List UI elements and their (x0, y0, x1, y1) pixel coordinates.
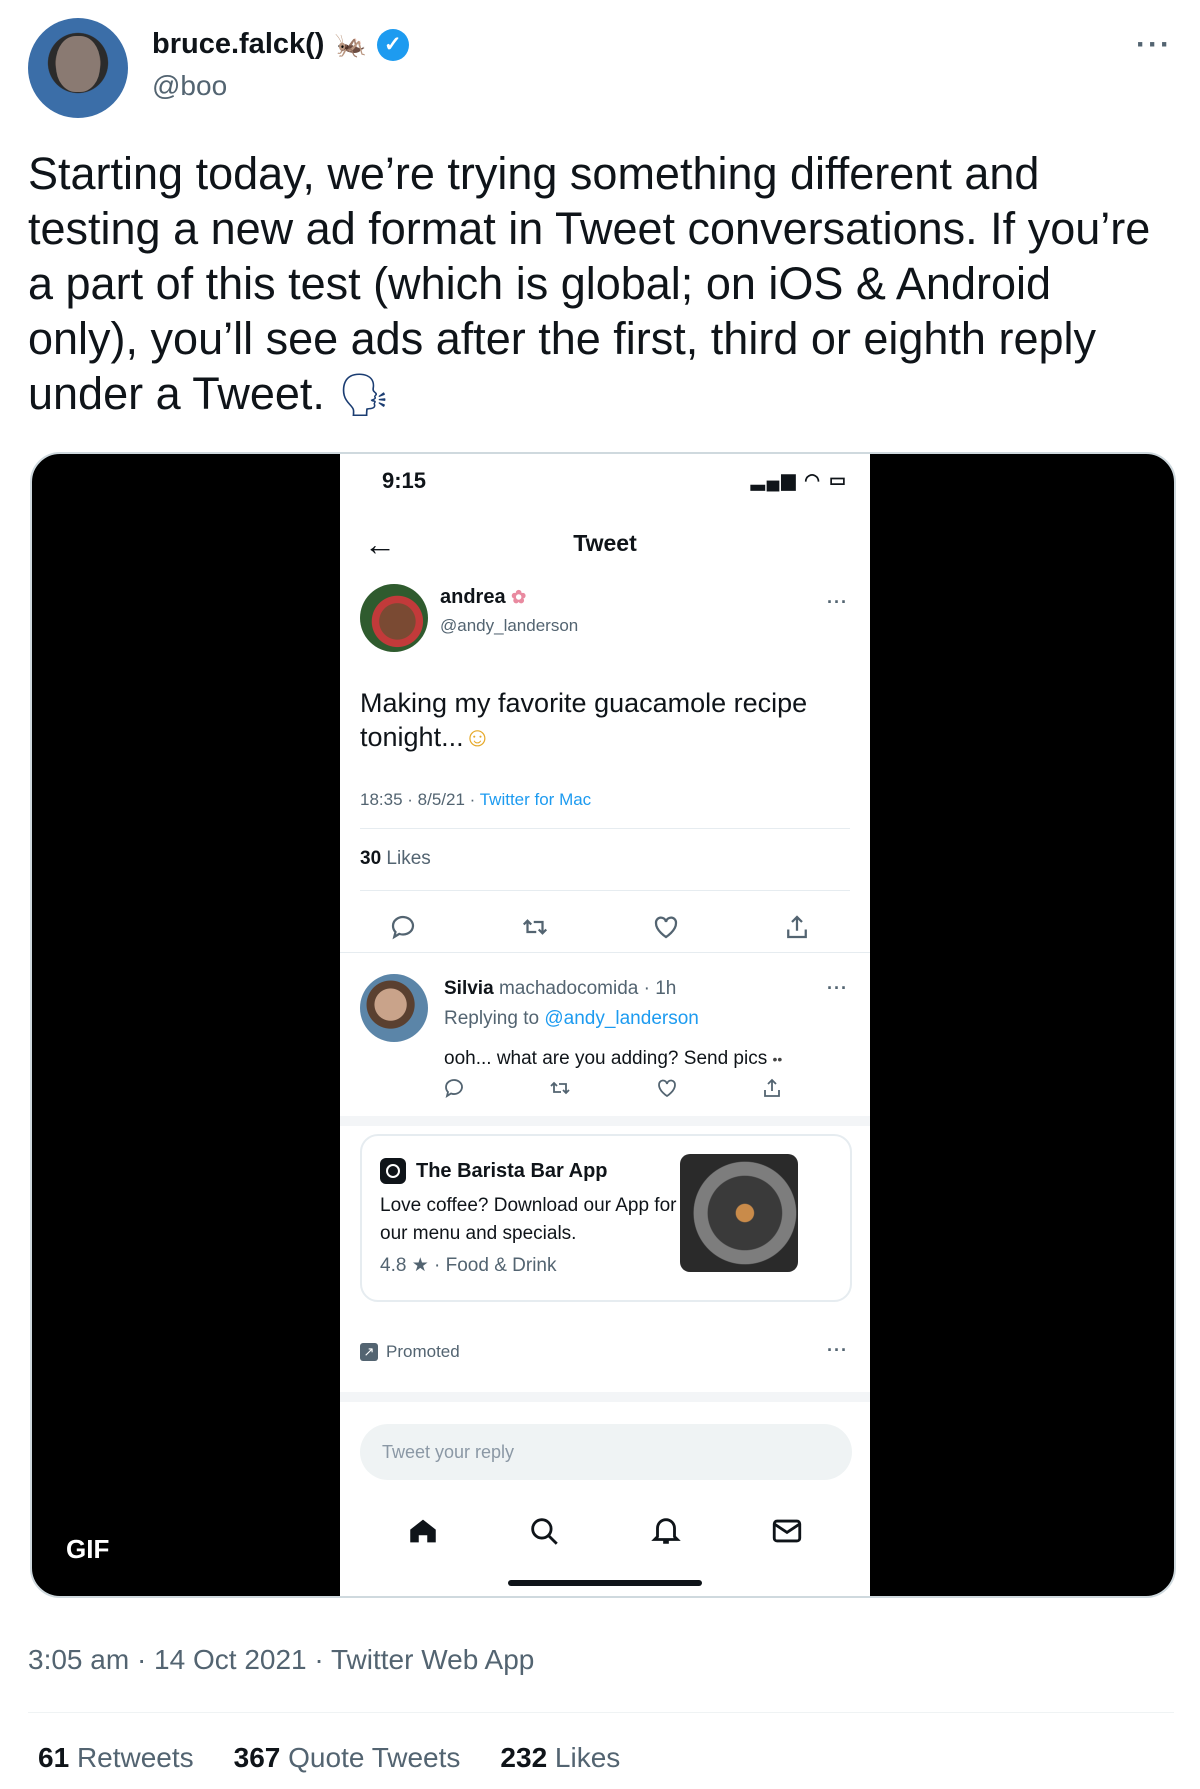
author-name-row[interactable]: bruce.falck() 🦗 ✓ (152, 28, 409, 61)
divider (28, 1712, 1174, 1713)
post-author-avatar (360, 584, 428, 652)
phone-page-title: Tweet (573, 530, 637, 556)
smile-emoji: ☺ (463, 722, 492, 752)
post-source: Twitter for Mac (479, 790, 592, 809)
divider (340, 952, 870, 953)
author-display-name[interactable]: bruce.falck() (152, 28, 324, 61)
home-icon (410, 1519, 436, 1543)
section-separator (340, 1116, 870, 1126)
tweet-stats: 61 Retweets 367 Quote Tweets 232 Likes (38, 1742, 620, 1774)
ad-app-name: The Barista Bar App (416, 1160, 608, 1182)
post-likes: 30 Likes (360, 848, 431, 870)
post-likes-count: 30 (360, 848, 382, 869)
home-indicator (508, 1580, 702, 1586)
promoted-label: ↗ Promoted (360, 1342, 460, 1362)
post-meta: 18:35 · 8/5/21 · Twitter for Mac (360, 790, 591, 810)
messages-icon (772, 1519, 802, 1543)
like-icon (655, 916, 678, 939)
reply-more-icon: ··· (827, 978, 848, 998)
share-icon (764, 1078, 780, 1097)
author-avatar[interactable] (28, 18, 128, 118)
barista-app-logo-icon (380, 1158, 406, 1184)
reply-icon (391, 915, 415, 940)
reply-text: ooh... what are you adding? Send pics •• (444, 1048, 782, 1070)
reply-action-row (442, 1076, 784, 1100)
ad-description: Love coffee? Download our App for our me… (380, 1195, 677, 1244)
speaking-head-emoji: 🗣 (337, 371, 391, 418)
post-action-row (388, 912, 812, 942)
post-text-body: Making my favorite guacamole recipe toni… (360, 688, 808, 752)
cricket-emoji: 🦗 (334, 29, 367, 59)
like-icon (657, 1079, 676, 1098)
tweet-text: Starting today, we’re trying something d… (28, 146, 1168, 422)
likes-count: 232 (500, 1742, 548, 1773)
notifications-icon (650, 1518, 681, 1544)
phone-screen: 9:15 ▂▄▆ ◠ ▭ ← Tweet andrea ✿ @andy_land… (340, 454, 870, 1596)
ad-rating: 4.8 ★ · Food & Drink (380, 1255, 557, 1276)
divider (360, 890, 850, 891)
section-separator (340, 1392, 870, 1402)
reply-author-name: Silvia (444, 978, 494, 999)
more-options-icon[interactable]: ··· (1136, 28, 1172, 62)
promoted-text: Promoted (386, 1342, 460, 1361)
retweets-label: Retweets (76, 1742, 194, 1773)
retweet-icon (550, 1081, 570, 1095)
phone-status-icons: ▂▄▆ ◠ ▭ (750, 470, 848, 490)
verified-badge-icon: ✓ (376, 28, 409, 61)
quote-tweets-stat[interactable]: 367 Quote Tweets (234, 1742, 461, 1774)
search-icon (531, 1518, 559, 1545)
post-more-icon: ··· (827, 592, 848, 612)
likes-label: Likes (554, 1742, 621, 1773)
post-likes-label: Likes (386, 848, 431, 869)
post-author-name: andrea ✿ (440, 586, 526, 609)
gif-badge: GIF (66, 1534, 110, 1564)
phone-tab-bar (406, 1514, 804, 1548)
post-author-name-text: andrea (440, 586, 506, 608)
divider (360, 828, 850, 829)
replying-to-handle: @andy_landerson (544, 1008, 699, 1029)
promoted-icon: ↗ (360, 1343, 378, 1361)
latte-art-image (680, 1154, 798, 1272)
share-icon (787, 915, 807, 939)
ad-more-icon: ··· (827, 1340, 848, 1360)
post-author-handle: @andy_landerson (440, 616, 579, 635)
reply-text-body: ooh... what are you adding? Send pics (444, 1048, 768, 1069)
tweet-media-gif[interactable]: GIF 9:15 ▂▄▆ ◠ ▭ ← Tweet andrea ✿ @andy_… (30, 452, 1176, 1598)
quote-tweets-count: 367 (233, 1742, 281, 1773)
replying-to: Replying to @andy_landerson (444, 1008, 699, 1030)
tweet-timestamp[interactable]: 3:05 am · 14 Oct 2021 · Twitter Web App (28, 1644, 534, 1676)
eyes-emoji: •• (772, 1051, 783, 1067)
promoted-app-card: The Barista Bar App Love coffee? Downloa… (360, 1134, 852, 1302)
reply-author-meta: machadocomida · 1h (498, 978, 677, 999)
reply-author-avatar (360, 974, 428, 1042)
quote-tweets-label: Quote Tweets (288, 1742, 461, 1773)
post-text: Making my favorite guacamole recipe toni… (360, 686, 850, 754)
retweet-icon (522, 919, 547, 935)
reply-input: Tweet your reply (360, 1424, 852, 1480)
reply-icon (445, 1079, 463, 1098)
flower-emoji: ✿ (511, 587, 527, 607)
replying-to-prefix: Replying to (444, 1008, 545, 1029)
likes-stat[interactable]: 232 Likes (500, 1742, 620, 1774)
post-timestamp: 18:35 · 8/5/21 · (360, 790, 480, 809)
retweets-stat[interactable]: 61 Retweets (38, 1742, 194, 1774)
retweets-count: 61 (38, 1742, 70, 1773)
phone-clock: 9:15 (382, 468, 427, 493)
reply-header: Silvia machadocomida · 1h (444, 978, 676, 1000)
author-handle[interactable]: @boo (152, 70, 227, 102)
tweet-body: Starting today, we’re trying something d… (28, 148, 1151, 419)
